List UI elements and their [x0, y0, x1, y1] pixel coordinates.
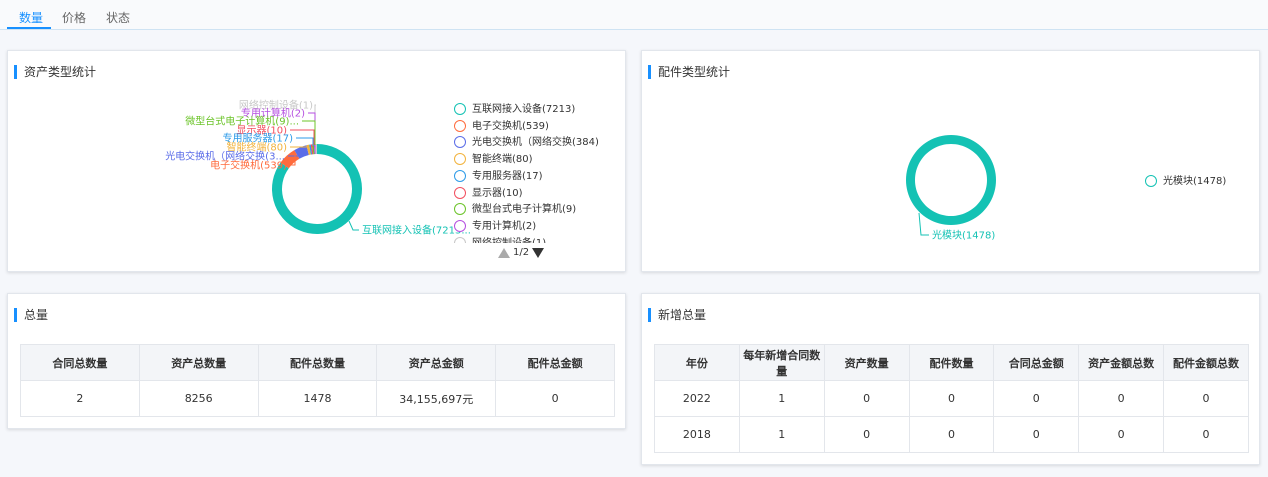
column-header: 年份 — [654, 344, 740, 381]
legend-ring-icon — [454, 136, 466, 149]
table-cell: 0 — [993, 416, 1080, 453]
legend-label: 显示器(10) — [472, 187, 523, 199]
tab-bar: 数量 价格 状态 — [0, 0, 1268, 30]
table-cell: 2 — [20, 380, 140, 417]
legend-item[interactable]: 专用服务器(17) — [454, 169, 543, 184]
table-cell: 1 — [738, 380, 825, 417]
tab-price[interactable]: 价格 — [62, 9, 86, 26]
label-line — [348, 220, 359, 231]
legend-label: 智能终端(80) — [472, 154, 533, 166]
legend-item[interactable]: 微型台式电子计算机(9) — [454, 203, 576, 217]
table-cell: 34,155,697元 — [376, 380, 497, 417]
legend-label: 互联网接入设备(7213) — [472, 104, 576, 115]
new-total-card: 新增总量 年份 每年新增合同数量 资产数量 配件数量 合同总金额 资产金额总数 配件金额总数… — [641, 293, 1260, 465]
legend-ring-icon — [454, 203, 466, 216]
table-cell: 0 — [1078, 380, 1165, 417]
total-card: 总量 合同总数量 资产总数量 配件总数量 资产总金额 配件总金额 2 8256 1478 34,… — [7, 293, 626, 429]
table-cell: 2018 — [654, 416, 740, 453]
column-header: 资产数量 — [823, 344, 910, 381]
legend-item[interactable]: 智能终端(80) — [454, 153, 533, 167]
total-title: 总量 — [14, 308, 48, 322]
legend-item[interactable]: 光模块(1478) — [1145, 175, 1226, 189]
legend-ring-icon — [1145, 175, 1157, 187]
table-row: 2018 1 0 0 0 0 0 — [654, 416, 1249, 453]
column-header: 配件总数量 — [257, 344, 378, 381]
legend-ring-icon — [454, 219, 466, 232]
legend-label: 微型台式电子计算机(9) — [472, 204, 577, 216]
page-up-icon[interactable] — [498, 247, 510, 258]
column-header: 每年新增合同数量 — [738, 344, 825, 381]
column-header: 配件数量 — [908, 344, 995, 381]
legend-ring-icon — [454, 236, 466, 243]
asset-slice-labels: 网络控制设备(1)专用计算机(2)微型台式电子计算机(9)...显示器(10)专… — [165, 99, 471, 237]
table-header-row: 合同总数量 资产总数量 配件总数量 资产总金额 配件总金额 — [20, 344, 615, 381]
table-cell: 0 — [1163, 380, 1249, 417]
column-header: 合同总数量 — [20, 344, 140, 381]
legend-label: 专用计算机(2) — [472, 220, 537, 232]
legend-item[interactable]: 专用计算机(2) — [454, 219, 537, 234]
legend-label: 光电交换机（网络交换(384) — [472, 137, 599, 149]
table-cell: 8256 — [138, 380, 259, 417]
page-down-icon[interactable] — [532, 247, 545, 258]
table-cell: 0 — [1078, 416, 1165, 453]
table-cell: 0 — [1163, 416, 1249, 453]
legend-ring-icon — [454, 153, 466, 166]
table-cell: 0 — [908, 380, 995, 417]
table-cell: 1 — [738, 416, 825, 453]
column-header: 资产总金额 — [376, 344, 497, 381]
legend-label: 光模块(1478) — [1163, 176, 1227, 187]
asset-legend: 互联网接入设备(7213) 电子交换机(539) 光电交换机（网络交换(384) 智能… — [454, 103, 624, 243]
new-total-title: 新增总量 — [648, 308, 706, 322]
legend-item[interactable]: 互联网接入设备(7213) — [454, 103, 575, 117]
column-header: 合同总金额 — [993, 344, 1080, 381]
active-tab-indicator — [7, 27, 51, 29]
table-header-row: 年份 每年新增合同数量 资产数量 配件数量 合同总金额 资产金额总数 配件金额总数 — [654, 344, 1249, 381]
column-header: 资产总数量 — [138, 344, 259, 381]
table-cell: 1478 — [257, 380, 378, 417]
total-table: 合同总数量 资产总数量 配件总数量 资产总金额 配件总金额 2 8256 1478 34,155… — [20, 344, 615, 417]
legend-ring-icon — [454, 103, 466, 115]
table-cell: 0 — [908, 416, 995, 453]
donut-slice — [905, 135, 996, 225]
legend-item[interactable]: 光电交换机（网络交换(384) — [454, 136, 599, 150]
part-donut-chart: 光模块(1478) — [905, 135, 996, 242]
legend-ring-icon — [454, 169, 466, 182]
legend-item[interactable]: 电子交换机(539) — [454, 119, 549, 134]
legend-ring-icon — [454, 119, 466, 132]
table-cell: 0 — [823, 416, 910, 453]
legend-ring-icon — [454, 186, 466, 199]
column-header: 配件金额总数 — [1163, 344, 1249, 381]
legend-label: 网络控制设备(1) — [472, 238, 546, 243]
legend-label: 专用服务器(17) — [472, 170, 543, 182]
part-type-card: 配件类型统计 光模块(1478) 光模块(1478) — [641, 50, 1260, 272]
part-donut — [905, 135, 996, 225]
legend-item[interactable]: 网络控制设备(1) — [454, 236, 546, 243]
tab-quantity[interactable]: 数量 — [19, 9, 43, 26]
legend-label: 电子交换机(539) — [472, 120, 549, 132]
legend-pager: 1/2 — [498, 247, 545, 258]
table-row: 2022 1 0 0 0 0 0 — [654, 380, 1249, 417]
table-cell: 0 — [823, 380, 910, 417]
table-cell: 0 — [495, 380, 615, 417]
part-slice-labels: 光模块(1478) — [932, 229, 995, 242]
pager-text: 1/2 — [513, 247, 530, 258]
main-slice-label: 光模块(1478) — [932, 229, 995, 242]
asset-type-card: 资产类型统计 网络控制设备(1) 专用计算机(2) 微型台式电子计算机(9)... 显… — [7, 50, 626, 272]
column-header: 资产金额总数 — [1078, 344, 1165, 381]
table-cell: 0 — [993, 380, 1080, 417]
new-total-table: 年份 每年新增合同数量 资产数量 配件数量 合同总金额 资产金额总数 配件金额总数 2022 1… — [654, 344, 1249, 453]
tab-status[interactable]: 状态 — [106, 9, 130, 26]
table-cell: 2022 — [654, 380, 740, 417]
slice-label: 电子交换机(539) — [210, 159, 287, 172]
column-header: 配件总金额 — [495, 344, 615, 381]
legend-item[interactable]: 显示器(10) — [454, 186, 523, 201]
table-row: 2 8256 1478 34,155,697元 0 — [20, 380, 615, 417]
asset-donut — [272, 144, 362, 235]
